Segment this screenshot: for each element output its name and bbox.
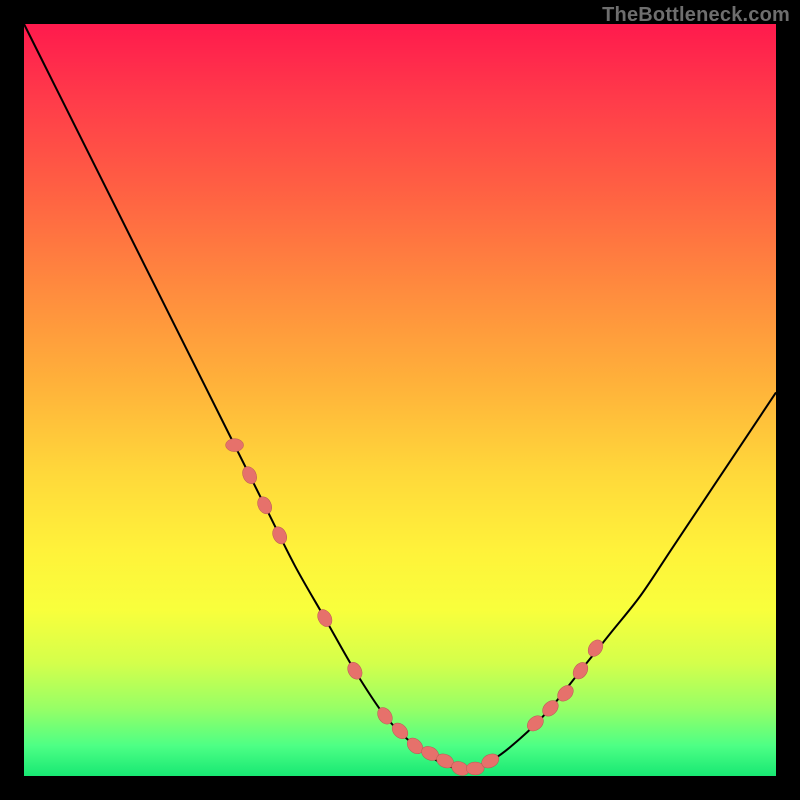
bead: [270, 524, 290, 546]
highlight-beads: [226, 439, 606, 779]
bead: [255, 494, 275, 516]
bottleneck-curve: [24, 24, 776, 768]
bead: [240, 464, 260, 486]
bead: [345, 660, 365, 682]
watermark-label: TheBottleneck.com: [602, 4, 790, 27]
bead: [585, 637, 606, 659]
bottleneck-chart: [24, 24, 776, 776]
chart-frame: [24, 24, 776, 776]
bead: [315, 607, 335, 629]
bead: [466, 762, 484, 775]
bead: [226, 439, 244, 452]
